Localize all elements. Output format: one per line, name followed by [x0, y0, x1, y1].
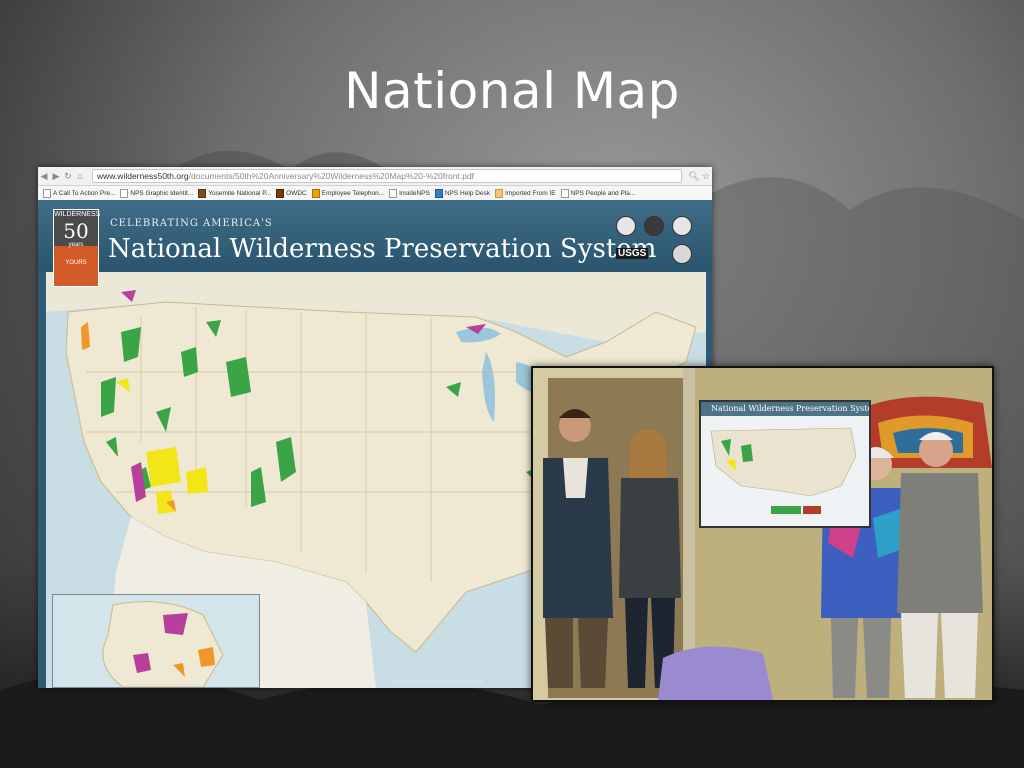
url-field[interactable]: www.wilderness50th.org/documents/50th%20… — [92, 169, 682, 183]
badge-years: years — [68, 242, 84, 248]
folder-icon — [495, 188, 504, 198]
nps-arrowhead-icon — [198, 188, 207, 198]
url-path: /documents/50th%20Anniversary%20Wilderne… — [188, 171, 475, 181]
star-icon[interactable]: ☆ — [700, 171, 712, 182]
slide-title: National Map — [344, 62, 680, 120]
bookmark-item[interactable]: NPS Graphic Identit... — [120, 188, 193, 198]
page-icon — [560, 188, 569, 198]
url-host: www.wilderness50th.org — [97, 171, 189, 181]
owdc-icon — [276, 188, 285, 198]
bookmark-item[interactable]: OWDC — [276, 188, 307, 198]
badge-yours: YOURS — [65, 260, 87, 266]
bookmark-item[interactable]: A Call To Action Pre... — [43, 188, 115, 198]
agency-logos: USGS — [612, 210, 702, 266]
bookmark-item[interactable]: NPS People and Pla... — [560, 188, 635, 198]
alaska-inset-map — [52, 594, 260, 688]
bookmarks-bar: A Call To Action Pre... NPS Graphic Iden… — [38, 186, 712, 201]
back-icon[interactable]: ◀ — [38, 171, 50, 182]
nps-arrowhead-icon — [644, 216, 664, 236]
bookmark-item[interactable]: NPS Help Desk — [434, 188, 490, 198]
help-desk-icon — [434, 188, 443, 198]
map-caption: Designated Wilderness Areas — [391, 679, 483, 686]
poster-title: National Wilderness Preservation System — [108, 234, 657, 264]
bookmark-item[interactable]: InsideNPS — [389, 188, 430, 198]
poster-banner: CELEBRATING AMERICA'S National Wildernes… — [38, 200, 712, 272]
bookmark-item[interactable]: Employee Telephon... — [311, 188, 384, 198]
zoom-icon[interactable]: 🔍︎ — [688, 171, 700, 182]
wall-poster: National Wilderness Preservation System — [699, 400, 871, 528]
bookmark-item[interactable]: Yosemite National P... — [198, 188, 271, 198]
fish-wildlife-icon — [672, 216, 692, 236]
phone-icon — [311, 188, 320, 198]
usgs-logo: USGS — [616, 248, 649, 259]
group-photo: National Wilderness Preservation System — [531, 366, 994, 702]
badge-number: 50 — [63, 219, 89, 243]
reload-icon[interactable]: ↻ — [62, 171, 74, 182]
home-icon[interactable]: ⌂ — [74, 171, 86, 181]
wilderness-50-badge: WILDERNESS 50 years YOURS — [53, 209, 100, 287]
wall-poster-title: National Wilderness Preservation System — [701, 402, 869, 416]
forest-service-shield-icon — [616, 216, 636, 236]
bookmark-item[interactable]: Imported From IE — [495, 188, 556, 198]
forward-icon[interactable]: ▶ — [50, 171, 62, 182]
page-icon — [43, 188, 51, 198]
alaska-drawing — [102, 601, 224, 688]
page-icon — [120, 188, 129, 198]
wall-poster-map — [701, 416, 869, 524]
blm-logo-icon — [672, 244, 692, 264]
page-icon — [389, 188, 398, 198]
address-bar: ◀ ▶ ↻ ⌂ www.wilderness50th.org/documents… — [38, 167, 712, 186]
celebrating-text: CELEBRATING AMERICA'S — [110, 218, 273, 229]
